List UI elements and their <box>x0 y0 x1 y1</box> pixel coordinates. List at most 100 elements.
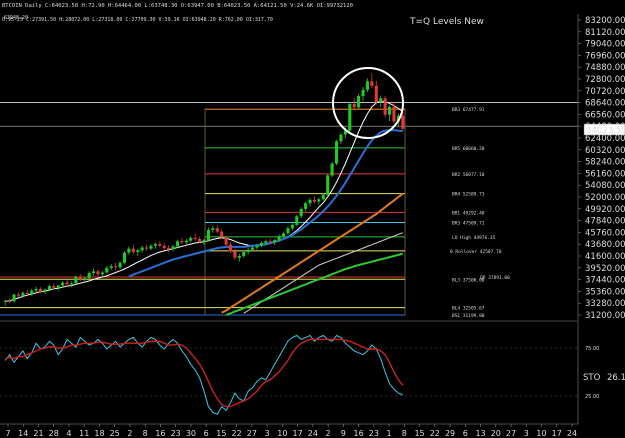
candle-body <box>299 208 303 217</box>
x-tick-label: 24 <box>308 429 318 438</box>
level-label: BR3 47509.71 <box>452 220 485 226</box>
x-tick-label: 3 <box>265 429 270 438</box>
candle-body <box>237 256 241 258</box>
x-tick-label: 23 <box>171 429 181 438</box>
price-tick-label: 35360.00 <box>585 287 625 297</box>
x-tick-label: 6 <box>463 429 468 438</box>
candle-body <box>149 245 153 249</box>
candle-body <box>295 216 299 225</box>
candle-body <box>401 115 405 129</box>
x-tick-label: 2 <box>127 429 132 438</box>
candle-body <box>184 240 188 243</box>
x-tick-label: 7 <box>5 429 10 438</box>
candle-body <box>233 251 237 258</box>
candle-body <box>220 231 224 238</box>
candle-body <box>211 228 215 230</box>
x-tick-label: 2 <box>326 429 331 438</box>
price-tick-label: 45760.00 <box>585 228 625 238</box>
candle-body <box>290 224 294 229</box>
candle-body <box>357 96 361 108</box>
candle-body <box>374 85 378 103</box>
candle-body <box>105 267 109 273</box>
last-price-tag: 64023.50 <box>583 123 625 136</box>
price-tick-label: 39520.00 <box>585 264 625 274</box>
candle-body <box>206 229 210 241</box>
candle-body <box>131 248 135 253</box>
x-tick-label: 14 <box>18 429 28 438</box>
chart-title: T=Q Levels New <box>409 17 484 27</box>
candle-body <box>383 98 387 115</box>
price-tick-label: 52000.00 <box>585 193 625 203</box>
candle-body <box>100 272 104 275</box>
price-tick-label: 43680.00 <box>585 240 625 250</box>
x-tick-label: 21 <box>33 429 43 438</box>
candle-body <box>321 194 325 200</box>
candle-body <box>109 266 113 268</box>
level-label: BR1 49292.40 <box>452 210 485 216</box>
price-tick-label: 74880.00 <box>585 63 625 73</box>
candle-body <box>114 266 118 268</box>
x-tick-label: 22 <box>232 429 242 438</box>
candle-body <box>281 233 286 237</box>
ohlc-header: BTCOIN Daily C:64023.50 H:72.90 H:64464.… <box>2 3 353 9</box>
candle-body <box>228 244 233 252</box>
candle <box>330 161 334 178</box>
x-tick-label: 10 <box>277 429 287 438</box>
x-tick-label: 16 <box>155 429 165 438</box>
candle-body <box>175 241 180 247</box>
candle-body <box>56 285 60 288</box>
price-tick-label: 79040.00 <box>585 40 625 50</box>
candle-body <box>348 103 352 131</box>
candle <box>326 173 330 196</box>
candle <box>334 139 339 166</box>
x-tick-label: 28 <box>49 429 59 438</box>
candle-body <box>193 237 197 239</box>
price-tick-label: 66560.00 <box>585 110 625 120</box>
candle-body <box>78 276 82 280</box>
candle-body <box>242 252 246 256</box>
x-tick-label: 1 <box>387 429 392 438</box>
candle-body <box>246 249 250 253</box>
candle-body <box>61 282 65 286</box>
candle <box>74 275 78 285</box>
candle-body <box>127 248 131 253</box>
x-tick-label: 9 <box>341 429 346 438</box>
x-tick-label: 20 <box>491 429 501 438</box>
osc-tick-label: 25.00 <box>585 394 599 400</box>
candle <box>348 102 352 132</box>
candle-body <box>92 271 96 274</box>
price-tick-label: 83200.00 <box>585 16 625 26</box>
candle-body <box>140 247 144 251</box>
candle-body <box>308 199 312 204</box>
price-tick-label: 76960.00 <box>585 51 625 61</box>
price-tick-label: 58240.00 <box>585 158 625 168</box>
sto-value: 26.1 <box>607 373 625 383</box>
candle <box>357 93 361 110</box>
candle-body <box>158 244 162 246</box>
candle-body <box>34 288 38 291</box>
price-tick-label: 81120.00 <box>585 28 625 38</box>
candle-body <box>52 286 56 288</box>
price-tick-label: 56160.00 <box>585 169 625 179</box>
price-tick-label: 60320.00 <box>585 146 625 156</box>
candle-body <box>392 106 396 122</box>
price-tick-label: 47840.00 <box>585 217 625 227</box>
price-tick-label: 54080.00 <box>585 181 625 191</box>
x-tick-label: 18 <box>94 429 104 438</box>
candle-body <box>96 271 100 275</box>
price-tick-label: 37440.00 <box>585 276 625 286</box>
candle-body <box>167 248 171 250</box>
x-tick-label: 27 <box>247 429 257 438</box>
price-tick-label: 72800.00 <box>585 75 625 85</box>
candle-body <box>202 240 206 242</box>
level-label: BR3 67477.91 <box>452 107 485 113</box>
x-tick-label: 17 <box>293 429 303 438</box>
candle-body <box>387 106 392 115</box>
candle-body <box>171 246 175 250</box>
x-tick-label: 22 <box>430 429 440 438</box>
osc-info-header: O:95-23 C:27391.50 H:28072.00 L:27318.00… <box>2 17 273 23</box>
candle <box>383 96 387 118</box>
level-label: 0 Rollover 42507.70 <box>450 249 502 255</box>
x-tick-label: 29 <box>445 429 455 438</box>
x-tick-label: 10 <box>536 429 546 438</box>
